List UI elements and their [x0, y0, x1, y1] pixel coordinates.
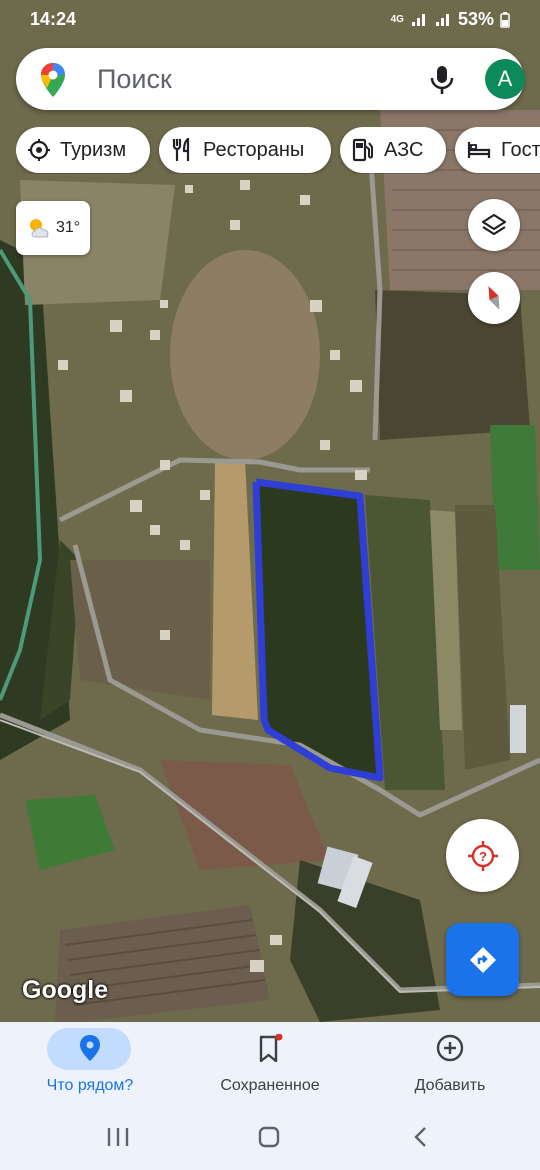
- weather-widget[interactable]: 31°: [16, 201, 90, 255]
- layers-icon: [481, 213, 507, 236]
- category-chips: Туризм Рестораны АЗС Гост: [16, 127, 540, 174]
- nav-saved[interactable]: Сохраненное: [180, 1022, 360, 1104]
- google-maps-logo-icon: [41, 63, 65, 97]
- location-unknown-icon: ?: [467, 840, 498, 871]
- network-type: 4G: [390, 14, 404, 25]
- weather-temperature: 31°: [56, 219, 81, 236]
- bottom-navigation: Что рядом? Сохраненное Добавить: [0, 1022, 540, 1104]
- my-location-button[interactable]: ?: [446, 819, 519, 892]
- nav-label: Добавить: [414, 1077, 486, 1094]
- google-attribution: Google: [22, 976, 109, 1004]
- bookmark-icon: [259, 1034, 283, 1063]
- compass-icon: [488, 286, 500, 310]
- directions-icon: [469, 946, 496, 973]
- svg-text:?: ?: [479, 849, 487, 864]
- signal-icon: [411, 13, 425, 26]
- battery-icon: [500, 11, 510, 28]
- gas-station-icon: [352, 138, 373, 162]
- status-time: 14:24: [30, 9, 77, 29]
- chip-gas-stations[interactable]: АЗС: [340, 127, 446, 173]
- back-icon[interactable]: [410, 1126, 432, 1148]
- signal-icon-2: [435, 13, 449, 26]
- status-bar: 14:24 4G 53%: [0, 0, 540, 40]
- battery-level: 53%: [457, 9, 494, 29]
- search-input[interactable]: Поиск: [97, 64, 172, 95]
- location-pin-icon: [80, 1035, 100, 1061]
- restaurant-icon: [172, 138, 190, 161]
- add-circle-icon: [436, 1034, 464, 1062]
- partly-cloudy-icon: [30, 219, 49, 238]
- chip-label: Рестораны: [203, 138, 305, 161]
- account-avatar[interactable]: A: [485, 59, 525, 99]
- layers-button[interactable]: [468, 199, 520, 251]
- system-navigation-bar: [0, 1104, 540, 1170]
- recent-apps-icon[interactable]: [106, 1126, 130, 1148]
- chip-label: АЗС: [384, 138, 424, 161]
- compass-button[interactable]: [468, 272, 520, 324]
- chip-label: Туризм: [60, 138, 127, 161]
- nav-contribute[interactable]: Добавить: [360, 1022, 540, 1104]
- chip-tourism[interactable]: Туризм: [16, 127, 150, 173]
- microphone-icon[interactable]: [429, 65, 455, 95]
- nav-explore[interactable]: Что рядом?: [0, 1022, 180, 1104]
- directions-button[interactable]: [446, 923, 519, 996]
- chip-restaurants[interactable]: Рестораны: [159, 127, 331, 173]
- chip-label: Гост: [501, 138, 540, 161]
- tourism-icon: [28, 139, 50, 161]
- home-icon[interactable]: [257, 1126, 281, 1148]
- search-bar[interactable]: Поиск A: [16, 48, 525, 110]
- chip-hotels[interactable]: Гост: [455, 127, 540, 173]
- nav-label: Что рядом?: [46, 1077, 134, 1094]
- hotel-icon: [467, 142, 491, 158]
- nav-label: Сохраненное: [220, 1077, 320, 1094]
